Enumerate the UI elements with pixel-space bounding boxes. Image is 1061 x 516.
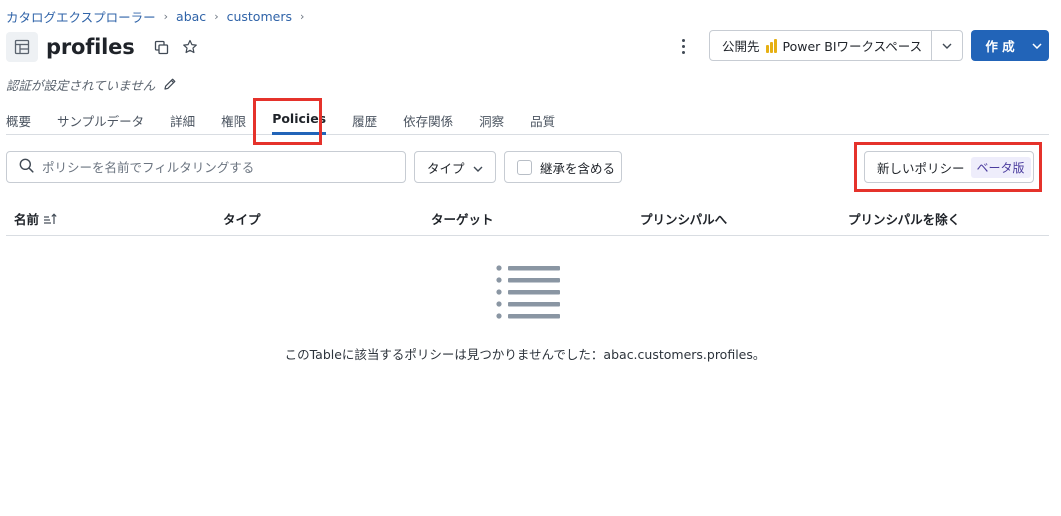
tab-permissions[interactable]: 権限 bbox=[221, 106, 246, 134]
tab-overview[interactable]: 概要 bbox=[6, 106, 31, 134]
list-icon bbox=[496, 265, 560, 319]
tab-lineage[interactable]: 依存関係 bbox=[403, 106, 453, 134]
tab-history[interactable]: 履歴 bbox=[352, 106, 377, 134]
breadcrumb-separator: › bbox=[299, 9, 305, 23]
star-icon[interactable] bbox=[179, 36, 201, 58]
column-header-type: タイプ bbox=[223, 212, 261, 227]
publish-main[interactable]: 公開先 Power BIワークスペース bbox=[710, 31, 931, 60]
description-row: 認証が設定されていません bbox=[6, 75, 177, 93]
breadcrumb-separator: › bbox=[214, 9, 219, 23]
policies-table-header: 名前 タイプ ターゲット プリンシパルへ プリンシパルを除く bbox=[6, 202, 1049, 236]
policy-search[interactable] bbox=[6, 151, 406, 183]
chevron-down-icon[interactable] bbox=[1025, 42, 1049, 49]
tab-details[interactable]: 詳細 bbox=[170, 106, 195, 134]
column-header-target: ターゲット bbox=[431, 212, 494, 227]
empty-state-message: このTableに該当するポリシーは見つかりませんでした：abac.custome… bbox=[284, 347, 766, 362]
type-filter-label: タイプ bbox=[427, 160, 465, 176]
breadcrumb-separator: › bbox=[163, 9, 169, 23]
column-header-to-principals: プリンシパルへ bbox=[640, 212, 728, 227]
beta-badge: ベータ版 bbox=[970, 156, 1031, 178]
include-inherited-toggle[interactable]: 継承を含める bbox=[504, 151, 622, 183]
powerbi-icon bbox=[765, 38, 777, 53]
include-inherited-label: 継承を含める bbox=[540, 160, 616, 176]
table-icon bbox=[6, 32, 38, 62]
description-text: 認証が設定されていません bbox=[6, 77, 156, 93]
publish-powerbi-button[interactable]: 公開先 Power BIワークスペース bbox=[709, 30, 963, 61]
breadcrumb-schema-customers[interactable]: customers bbox=[227, 9, 292, 24]
tab-policies[interactable]: Policies bbox=[272, 106, 326, 135]
breadcrumb-catalog-abac[interactable]: abac bbox=[176, 9, 206, 24]
page-title: profiles bbox=[46, 35, 135, 59]
chevron-down-icon[interactable] bbox=[931, 31, 962, 60]
new-policy-label: 新しいポリシー bbox=[877, 160, 965, 176]
type-filter-dropdown[interactable]: タイプ bbox=[414, 151, 496, 183]
more-options-icon[interactable] bbox=[672, 36, 694, 56]
copy-icon[interactable] bbox=[151, 36, 173, 58]
search-input[interactable] bbox=[42, 159, 382, 175]
tab-sample-data[interactable]: サンプルデータ bbox=[57, 106, 144, 134]
sort-ascending-icon[interactable] bbox=[43, 212, 57, 225]
inherit-checkbox[interactable] bbox=[517, 159, 532, 175]
search-icon bbox=[19, 158, 34, 177]
publish-label: 公開先 bbox=[722, 39, 760, 54]
create-button-label: 作 成 bbox=[985, 39, 1015, 54]
title-row: profiles bbox=[6, 32, 207, 62]
column-header-except-principals: プリンシパルを除く bbox=[848, 212, 961, 227]
breadcrumb: カタログエクスプローラー › abac › customers › bbox=[6, 7, 312, 26]
create-button[interactable]: 作 成 bbox=[971, 30, 1049, 61]
new-policy-button[interactable]: 新しいポリシー ベータ版 bbox=[864, 151, 1034, 183]
column-header-name[interactable]: 名前 bbox=[14, 209, 57, 228]
breadcrumb-catalog-explorer[interactable]: カタログエクスプローラー bbox=[6, 7, 156, 26]
chevron-down-icon bbox=[473, 160, 483, 175]
tab-bar: 概要 サンプルデータ 詳細 権限 Policies 履歴 依存関係 洞察 品質 bbox=[6, 106, 1049, 135]
tab-quality[interactable]: 品質 bbox=[530, 106, 555, 134]
tab-insights[interactable]: 洞察 bbox=[479, 106, 504, 134]
publish-target: Power BIワークスペース bbox=[782, 39, 923, 54]
pencil-icon[interactable] bbox=[163, 77, 177, 91]
